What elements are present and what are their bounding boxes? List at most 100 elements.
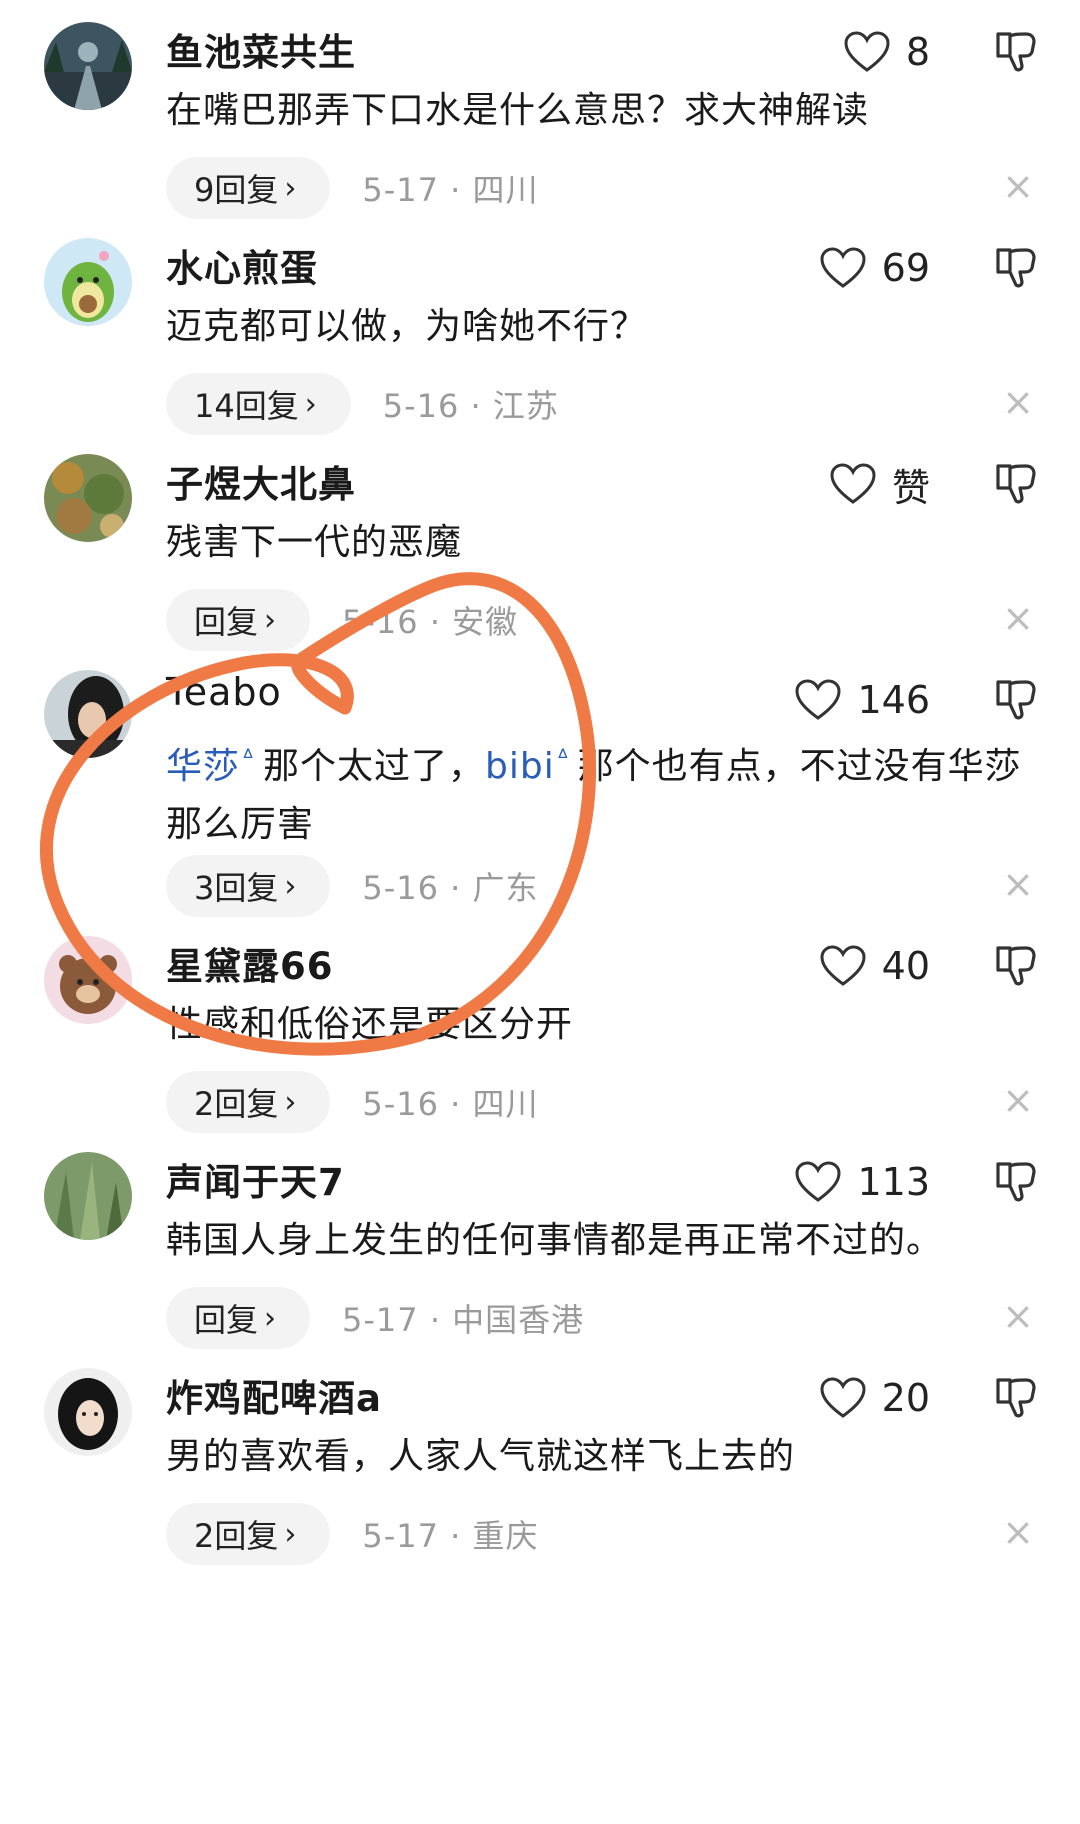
comment-text: 残害下一代的恶魔 [166,522,463,563]
thumbs-down-icon[interactable] [992,244,1040,292]
mention-link[interactable]: bibi [485,746,555,787]
like-count: 69 [881,246,930,290]
comment-text: 男的喜欢看，人家人气就这样飞上去的 [166,1436,796,1477]
date-location: 5-16 · 江苏 [383,381,559,427]
close-icon[interactable]: × [998,1080,1038,1120]
thumbs-down-icon[interactable] [992,460,1040,508]
comment-text: 性感和低俗还是要区分开 [166,1004,574,1045]
chevron-right-icon: › [264,602,277,638]
comment-date: 5-16 [362,1085,439,1123]
reply-count: 14回复 [194,387,299,425]
view-replies-button[interactable]: 9回复 › [166,157,331,219]
username[interactable]: 星黛露66 [166,936,334,992]
comment-meta: 回复 › 5-16 · 安徽 [166,588,518,652]
comment-date: 5-17 [362,1517,439,1555]
date-location: 5-17 · 中国香港 [342,1295,584,1341]
chevron-right-icon: › [284,170,297,206]
avatar[interactable] [44,22,132,110]
comment-location: 四川 [472,1085,539,1123]
username[interactable]: 声闻于天7 [166,1152,345,1208]
separator: · [418,1301,453,1339]
comment-text: 韩国人身上发生的任何事情都是再正常不过的。 [166,1220,944,1261]
reply-count: 回复 [194,1301,259,1339]
like-button[interactable]: 69 [820,240,930,296]
comment-meta: 回复 › 5-17 · 中国香港 [166,1286,584,1350]
comment-text: 华莎ᐞ 那个太过了，bibiᐞ 那个也有点，不过没有华莎那么厉害 [166,730,1032,854]
reply-count: 3回复 [194,869,279,907]
view-replies-button[interactable]: 回复 › [166,589,311,651]
like-count: 20 [881,1376,930,1420]
like-button[interactable]: 赞 [830,456,930,512]
avatar[interactable] [44,454,132,542]
date-location: 5-16 · 广东 [362,863,538,909]
username[interactable]: 子煜大北鼻 [166,454,356,510]
view-replies-button[interactable]: 2回复 › [166,1503,331,1565]
date-location: 5-16 · 四川 [362,1079,538,1125]
comment-item: 星黛露66 性感和低俗还是要区分开 40 2回复 › 5-16 · 四川 × [0,914,1080,1164]
comment-date: 5-16 [382,387,460,425]
like-button[interactable]: 20 [820,1370,930,1426]
comment-item: Teabo 华莎ᐞ 那个太过了，bibiᐞ 那个也有点，不过没有华莎那么厉害 146… [0,648,1080,948]
view-replies-button[interactable]: 3回复 › [166,855,331,917]
thumbs-down-icon[interactable] [992,1158,1040,1206]
comment-text: 迈克都可以做，为啥她不行？ [166,306,648,347]
like-button[interactable]: 40 [820,938,930,994]
separator: · [439,869,473,907]
comment-date: 5-16 [342,603,419,641]
reply-count: 2回复 [194,1517,279,1555]
like-count: 146 [857,678,930,722]
separator: · [439,1517,473,1555]
close-icon[interactable]: × [998,864,1038,904]
comment-item: 炸鸡配啤酒a 男的喜欢看，人家人气就这样飞上去的 20 2回复 › 5-17 · … [0,1346,1080,1596]
view-replies-button[interactable]: 2回复 › [166,1071,331,1133]
close-icon[interactable]: × [998,382,1038,422]
chevron-right-icon: › [304,386,317,422]
comment-meta: 3回复 › 5-16 · 广东 [166,854,539,918]
comment-text: 在嘴巴那弄下口水是什么意思？求大神解读 [166,90,870,131]
close-icon[interactable]: × [998,1296,1038,1336]
view-replies-button[interactable]: 14回复 › [166,373,351,435]
separator: · [439,1085,473,1123]
separator: · [439,171,473,209]
comment-text-part: 那个太过了， [262,746,485,787]
reply-count: 回复 [194,603,259,641]
thumbs-down-icon[interactable] [992,1374,1040,1422]
username[interactable]: 鱼池菜共生 [166,22,356,78]
username[interactable]: Teabo [166,670,282,726]
comment-item: 鱼池菜共生 在嘴巴那弄下口水是什么意思？求大神解读 8 9回复 › 5-17 · … [0,0,1080,250]
heart-outline-icon [820,247,866,288]
heart-outline-icon [830,463,876,504]
comment-meta: 9回复 › 5-17 · 四川 [166,156,539,220]
heart-outline-icon [795,1161,841,1202]
avatar[interactable] [44,238,132,326]
heart-outline-icon [820,945,866,986]
date-location: 5-16 · 安徽 [342,597,518,643]
view-replies-button[interactable]: 回复 › [166,1287,311,1349]
avatar[interactable] [44,936,132,1024]
heart-outline-icon [795,679,841,720]
comment-meta: 14回复 › 5-16 · 江苏 [166,372,559,436]
avatar[interactable] [44,670,132,758]
avatar[interactable] [44,1368,132,1456]
comment-item: 子煜大北鼻 残害下一代的恶魔 赞 回复 › 5-16 · 安徽 × [0,432,1080,682]
chevron-right-icon: › [284,868,297,904]
avatar[interactable] [44,1152,132,1240]
heart-outline-icon [820,1377,866,1418]
close-icon[interactable]: × [998,166,1038,206]
thumbs-down-icon[interactable] [992,28,1040,76]
date-location: 5-17 · 四川 [362,165,538,211]
thumbs-down-icon[interactable] [992,676,1040,724]
close-icon[interactable]: × [998,598,1038,638]
mention-link[interactable]: 华莎 [166,746,240,787]
comment-date: 5-17 [342,1301,419,1339]
close-icon[interactable]: × [998,1512,1038,1552]
chevron-right-icon: › [264,1300,277,1336]
chevron-right-icon: › [284,1084,297,1120]
comment-meta: 2回复 › 5-17 · 重庆 [166,1502,539,1566]
username[interactable]: 炸鸡配啤酒a [166,1368,382,1424]
username[interactable]: 水心煎蛋 [166,238,318,294]
thumbs-down-icon[interactable] [992,942,1040,990]
like-button[interactable]: 146 [795,672,930,728]
like-button[interactable]: 8 [844,24,930,80]
like-button[interactable]: 113 [795,1154,930,1210]
